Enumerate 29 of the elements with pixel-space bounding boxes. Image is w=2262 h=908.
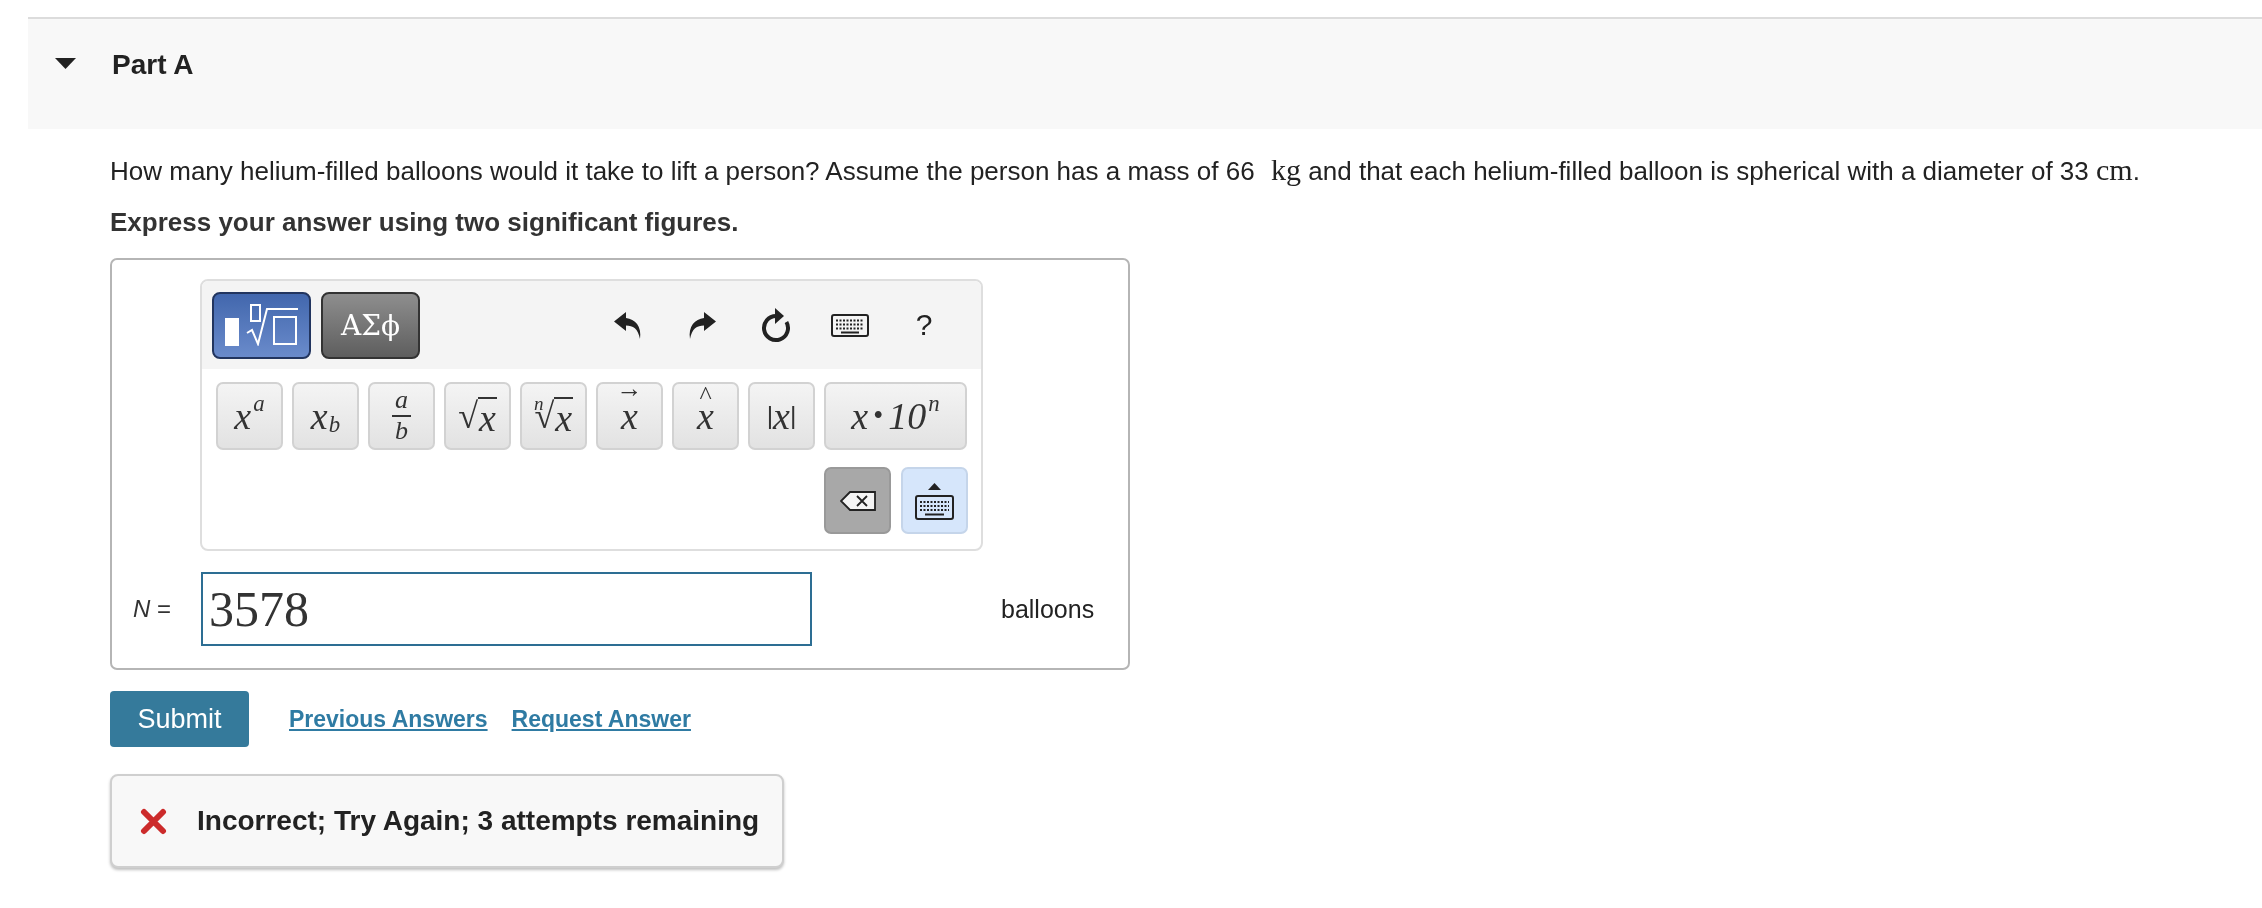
previous-answers-link[interactable]: Previous Answers <box>289 705 488 733</box>
help-button[interactable]: ? <box>915 308 933 342</box>
instruction-text: Express your answer using two significant figures. <box>110 206 740 239</box>
undo-icon[interactable] <box>614 311 642 339</box>
vector-button[interactable]: → x <box>596 382 663 450</box>
question-text: How many helium-filled balloons would it take to lift a person? Assume the person has a mass of 66 kg and that each helium-filled balloon is spherical with a diameter of 33 cm. <box>110 152 2141 188</box>
absolute-value-button[interactable]: |x| <box>748 382 815 450</box>
math-template-icon <box>224 304 299 346</box>
answer-input[interactable]: 3578 <box>201 572 812 646</box>
symbols-tab[interactable]: ΑΣϕ <box>321 291 420 359</box>
caret-icon[interactable] <box>55 58 76 69</box>
subscript-button[interactable]: xb <box>292 382 359 450</box>
templates-tab[interactable] <box>212 291 311 359</box>
keyboard-with-arrow-icon <box>915 481 954 520</box>
reset-icon[interactable] <box>760 307 792 343</box>
redo-icon[interactable] <box>688 311 716 339</box>
hat-button[interactable]: ^x <box>672 382 739 450</box>
unit-label: balloons <box>1001 594 1095 624</box>
submit-button[interactable]: Submit <box>110 691 249 747</box>
fraction-button[interactable]: a b <box>368 382 435 450</box>
backspace-button[interactable] <box>824 467 891 534</box>
answer-label: N = <box>133 595 173 623</box>
request-answer-link[interactable]: Request Answer <box>511 705 691 733</box>
part-title: Part A <box>112 48 194 82</box>
backspace-icon <box>839 490 876 511</box>
square-root-button[interactable]: √x <box>444 382 511 450</box>
keyboard-toggle-button[interactable] <box>901 467 968 534</box>
keyboard-icon[interactable] <box>831 313 869 337</box>
feedback-message: Incorrect; Try Again; 3 attempts remaining <box>197 805 760 837</box>
